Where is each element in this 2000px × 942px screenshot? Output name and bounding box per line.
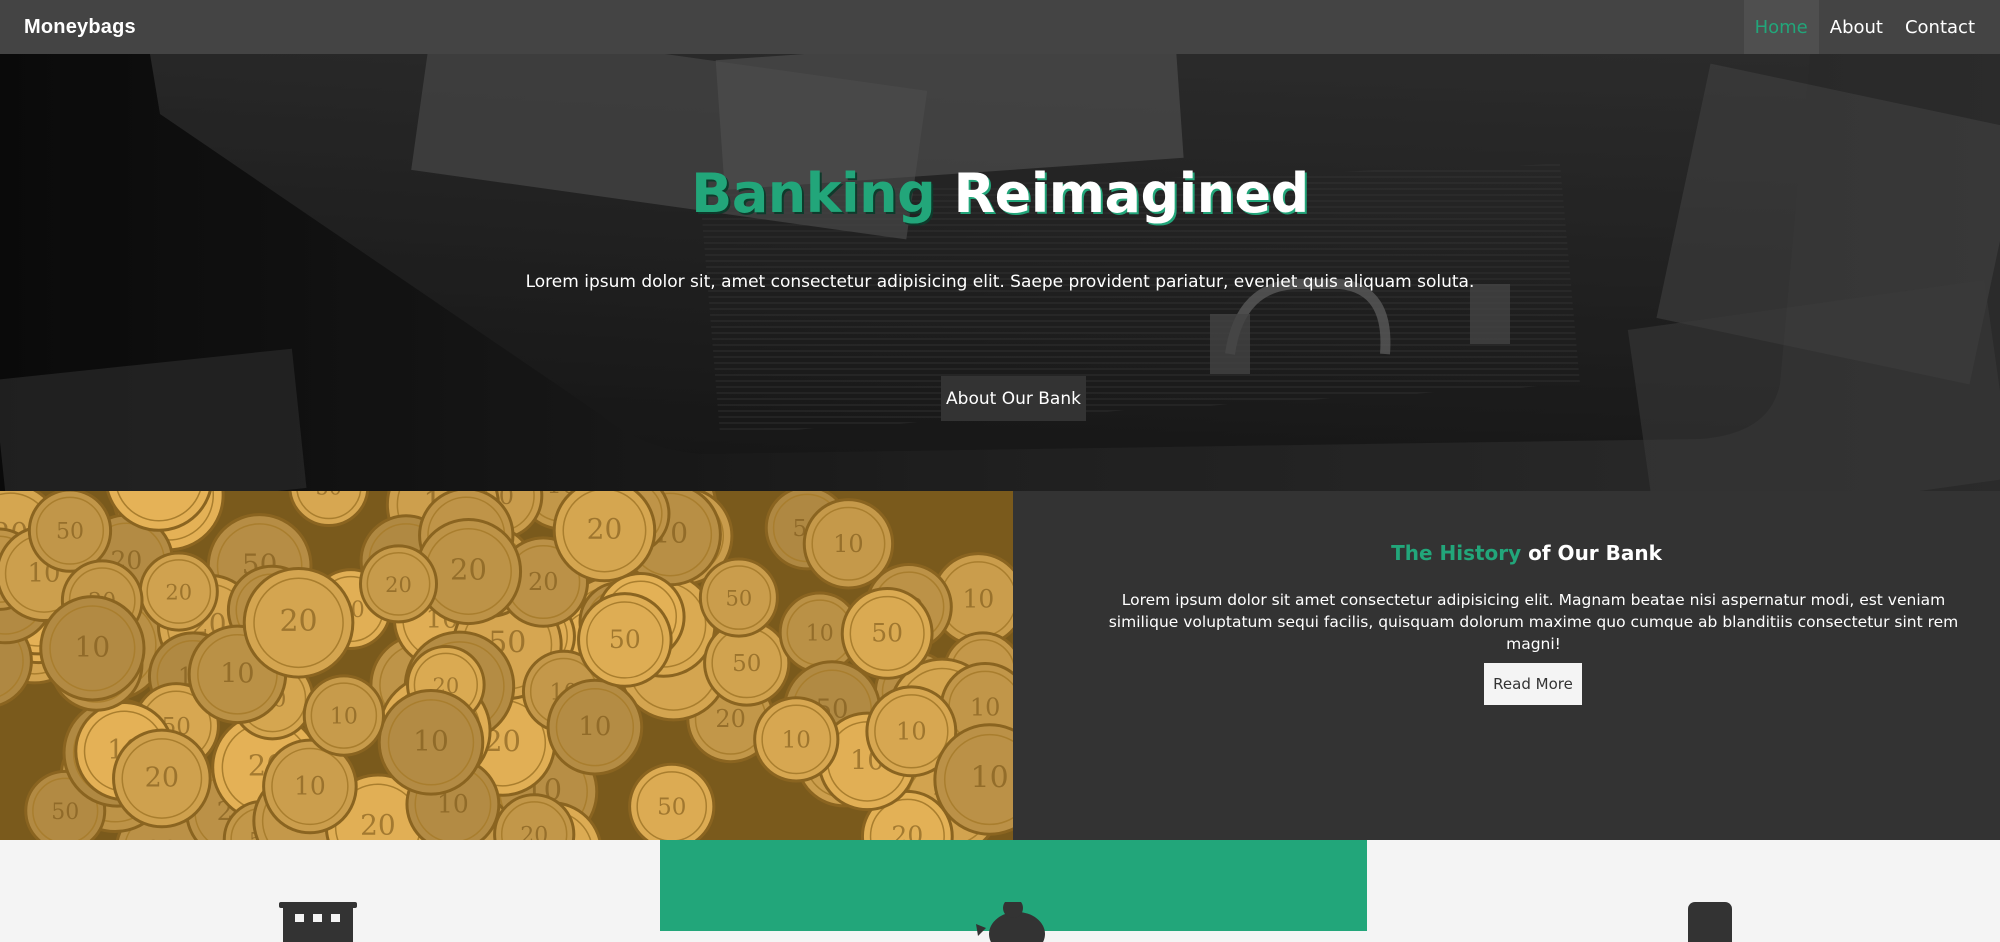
svg-text:20: 20 [587, 512, 623, 545]
svg-text:20: 20 [279, 604, 317, 639]
svg-text:20: 20 [385, 573, 412, 597]
mobile-icon [1688, 902, 1732, 942]
feature-box-1 [0, 840, 660, 942]
hero-title: Banking Reimagined [0, 162, 2000, 225]
svg-text:10: 10 [782, 727, 811, 753]
nav-link-about[interactable]: About [1819, 0, 1894, 54]
coin: 10 [753, 696, 840, 783]
svg-text:50: 50 [56, 520, 84, 545]
svg-text:20: 20 [528, 568, 559, 596]
svg-text:10: 10 [140, 491, 177, 492]
svg-text:10: 10 [970, 693, 1001, 721]
nav-links: Home About Contact [1743, 0, 1986, 54]
svg-text:50: 50 [657, 794, 686, 820]
features-section [0, 840, 2000, 942]
hero-title-rest: Reimagined [953, 162, 1310, 225]
svg-text:50: 50 [609, 625, 641, 654]
brand-logo[interactable]: Moneybags [24, 16, 136, 39]
history-title: The History of Our Bank [1053, 541, 2000, 565]
about-our-bank-button[interactable]: About Our Bank [941, 376, 1086, 421]
feature-box-2 [660, 840, 1367, 942]
coin: 20 [552, 491, 657, 583]
piggy-bank-icon [976, 902, 1045, 942]
svg-text:20: 20 [165, 581, 192, 605]
svg-text:50: 50 [726, 587, 753, 611]
read-more-button[interactable]: Read More [1484, 663, 1582, 705]
svg-text:20: 20 [715, 705, 746, 733]
svg-text:10: 10 [294, 771, 326, 800]
nav-link-home[interactable]: Home [1743, 0, 1819, 54]
coin: 50 [840, 586, 934, 680]
svg-text:50: 50 [315, 491, 342, 499]
coin: 20 [112, 728, 212, 829]
coin: 20 [242, 566, 355, 679]
svg-text:10: 10 [896, 717, 927, 745]
hero-description: Lorem ipsum dolor sit, amet consectetur … [525, 272, 1475, 292]
coin: 50 [577, 592, 673, 688]
coins-image: 10 20 50 20 10 10 20 50 20 10 10 20 50 20 10 10 20 50 20 10… [0, 491, 1013, 840]
svg-text:10: 10 [833, 530, 864, 558]
feature-box-3 [1367, 840, 2000, 942]
history-title-accent: The History [1391, 541, 1522, 565]
svg-text:20: 20 [360, 809, 396, 840]
coin: 50 [27, 491, 113, 573]
coin: 10 [546, 678, 644, 776]
nav-link-contact[interactable]: Contact [1894, 0, 1986, 54]
coin: 50 [698, 557, 779, 638]
coin: 50 [628, 762, 716, 840]
svg-text:10: 10 [413, 724, 449, 757]
svg-text:20: 20 [891, 821, 923, 840]
svg-text:50: 50 [871, 618, 903, 647]
svg-text:10: 10 [806, 622, 834, 647]
svg-text:20: 20 [520, 823, 548, 840]
coin: 10 [377, 689, 485, 796]
coins-illustration: 10 20 50 20 10 10 20 50 20 10 10 20 50 20 10 10 20 50 20 10… [0, 491, 1013, 840]
history-title-rest: of Our Bank [1528, 541, 1662, 565]
svg-text:20: 20 [450, 553, 487, 587]
coin: 10 [39, 595, 146, 702]
svg-text:10: 10 [330, 705, 358, 730]
svg-text:10: 10 [962, 584, 994, 613]
coin: 20 [359, 544, 439, 624]
svg-text:50: 50 [51, 800, 79, 825]
svg-text:10: 10 [578, 712, 611, 742]
history-description: Lorem ipsum dolor sit amet consectetur a… [1108, 591, 1959, 653]
coin: 20 [138, 551, 219, 632]
svg-text:10: 10 [971, 761, 1009, 796]
svg-text:10: 10 [75, 630, 111, 663]
hero-content: Banking Reimagined Lorem ipsum dolor sit… [0, 54, 2000, 491]
hero-title-accent: Banking [691, 162, 936, 225]
svg-text:20: 20 [145, 762, 179, 793]
svg-text:10: 10 [220, 658, 254, 689]
svg-text:20: 20 [0, 646, 1, 675]
building-icon [279, 902, 357, 942]
svg-text:50: 50 [732, 651, 761, 677]
hero-section: Banking Reimagined Lorem ipsum dolor sit… [0, 54, 2000, 491]
history-section: The History of Our Bank Lorem ipsum dolo… [1013, 491, 2000, 840]
coin: 10 [302, 674, 386, 757]
navbar: Moneybags Home About Contact [0, 0, 2000, 54]
